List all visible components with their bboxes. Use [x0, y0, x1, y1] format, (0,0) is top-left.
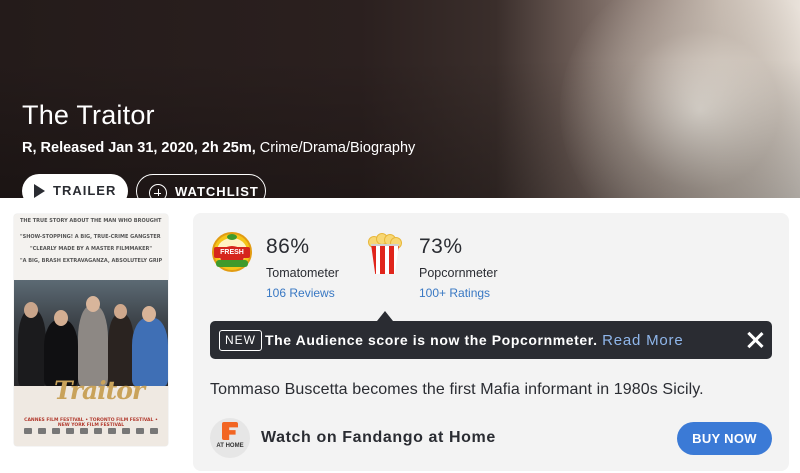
notice-message: The Audience score is now the Popcornmet… [265, 332, 598, 348]
buy-now-button[interactable]: BUY NOW [677, 422, 772, 455]
trailer-button[interactable]: TRAILER [22, 174, 128, 198]
tomatometer-score: 86% [266, 235, 310, 258]
notice-text: The Audience score is now the Popcornmet… [265, 332, 683, 349]
movie-page: The Traitor R, Released Jan 31, 2020, 2h… [0, 0, 800, 473]
movie-info: R, Released Jan 31, 2020, 2h 25m, Crime/… [22, 140, 415, 156]
read-more-link[interactable]: Read More [602, 332, 683, 349]
poster-tagline: THE TRUE STORY ABOUT THE MAN WHO BROUGHT… [20, 218, 162, 224]
tomatometer-label: Tomatometer [266, 266, 339, 280]
play-icon [34, 184, 45, 198]
popcornmeter-label: Popcornmeter [419, 266, 498, 280]
hero-banner: The Traitor R, Released Jan 31, 2020, 2h… [0, 0, 800, 198]
poster-quote: "A BIG, BRASH EXTRAVAGANZA, ABSOLUTELY G… [20, 258, 162, 264]
watchlist-button[interactable]: WATCHLIST [136, 174, 266, 198]
watchlist-label: WATCHLIST [175, 184, 259, 198]
close-icon[interactable] [746, 331, 764, 349]
movie-synopsis: Tommaso Buscetta becomes the first Mafia… [210, 381, 704, 398]
popcornmeter-notice: NEW The Audience score is now the Popcor… [210, 321, 772, 359]
genre: Crime/Drama/Biography [259, 140, 416, 156]
plus-icon [149, 184, 167, 198]
poster-festival: CANNES FILM FESTIVAL • TORONTO FILM FEST… [24, 418, 158, 428]
watch-on-fandango-text: Watch on Fandango at Home [261, 429, 496, 446]
certified-fresh-icon: FRESH [212, 232, 252, 274]
new-badge: NEW [219, 330, 262, 351]
rating-release: R, Released Jan 31, 2020, 2h 25m, [22, 140, 256, 156]
popcornmeter-score: 73% [419, 235, 463, 258]
trailer-label: TRAILER [53, 183, 117, 198]
poster-title: Traitor [54, 376, 145, 405]
movie-poster[interactable]: THE TRUE STORY ABOUT THE MAN WHO BROUGHT… [14, 214, 168, 446]
poster-quote: "SHOW-STOPPING! A BIG, TRUE-CRIME GANGST… [20, 234, 162, 240]
fandango-at-home-icon: AT HOME [210, 418, 250, 458]
tomatometer-reviews-link[interactable]: 106 Reviews [266, 286, 335, 300]
poster-quote: "CLEARLY MADE BY A MASTER FILMMAKER" [30, 246, 152, 252]
poster-logos [24, 428, 158, 436]
movie-title: The Traitor [22, 100, 155, 130]
popcorn-icon [368, 233, 402, 275]
popcornmeter-ratings-link[interactable]: 100+ Ratings [419, 286, 490, 300]
poster-image [14, 280, 168, 386]
notice-pointer [377, 311, 393, 321]
